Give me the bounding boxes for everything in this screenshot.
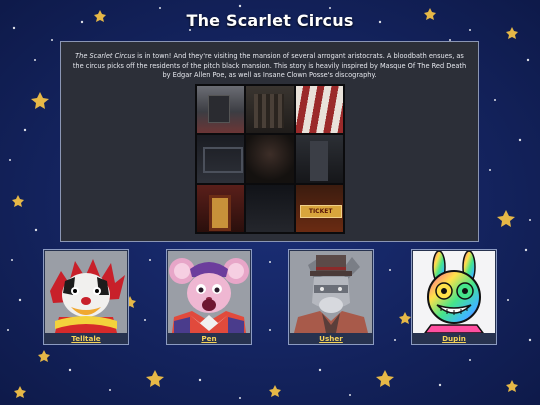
- character-card-usher[interactable]: Usher: [288, 249, 374, 345]
- clown-dog-portrait: [45, 251, 127, 333]
- character-link-dupin[interactable]: Dupin: [412, 334, 496, 343]
- collage-tile-dark-room: [197, 135, 245, 183]
- collage-tile-hallway: [295, 135, 343, 183]
- ticket-sign: TICKET: [299, 204, 342, 218]
- character-card-telltale[interactable]: Telltale: [43, 249, 129, 345]
- story-panel: The Scarlet Circus is in town! And they'…: [60, 41, 479, 242]
- aesthetic-collage[interactable]: TICKET: [195, 84, 345, 234]
- donkey-tophat-portrait: [290, 251, 372, 333]
- page-title: The Scarlet Circus: [186, 11, 354, 30]
- collage-tile-shadows: [246, 184, 294, 232]
- collage-tile-ticket-booth: TICKET: [295, 184, 343, 232]
- character-card-dupin[interactable]: Dupin: [411, 249, 497, 345]
- character-card-pen[interactable]: Pen: [166, 249, 252, 345]
- rainbow-rabbit-portrait: [413, 251, 495, 333]
- collage-tile-stage: [246, 135, 294, 183]
- character-link-pen[interactable]: Pen: [167, 334, 251, 343]
- collage-tile-circus-tent: [295, 86, 343, 134]
- jester-mouse-portrait: [168, 251, 250, 333]
- collage-tile-mansion-front: [246, 86, 294, 134]
- story-description: The Scarlet Circus is in town! And they'…: [71, 52, 468, 81]
- character-link-usher[interactable]: Usher: [289, 334, 373, 343]
- collage-tile-elevator: [197, 184, 245, 232]
- story-title-italic: The Scarlet Circus: [75, 52, 136, 60]
- collage-tile-mansion-exterior: [197, 86, 245, 134]
- character-link-telltale[interactable]: Telltale: [44, 334, 128, 343]
